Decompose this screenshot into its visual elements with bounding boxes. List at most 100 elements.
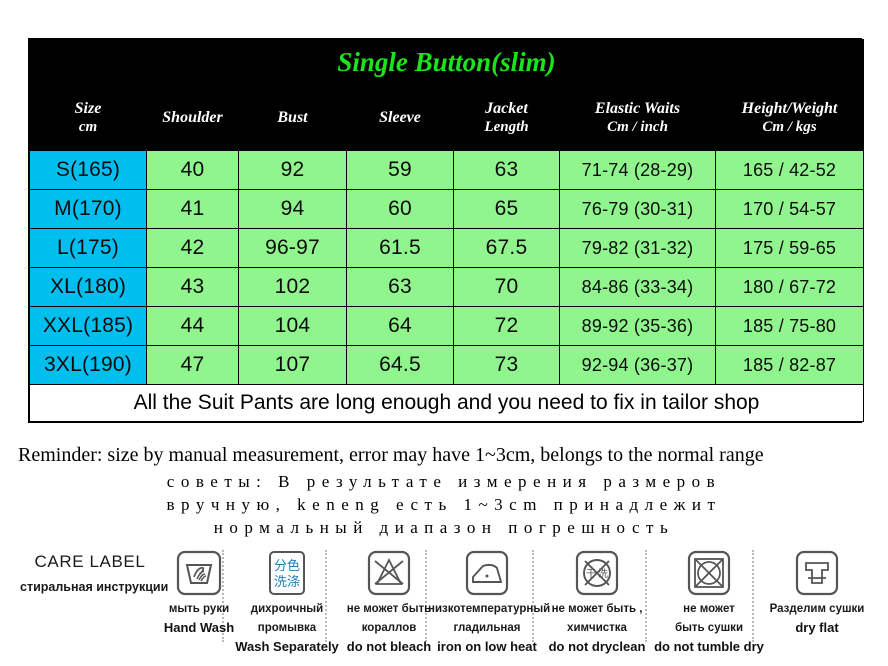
table-row: L(175) 42 96-97 61.5 67.5 79-82 (31-32) … (29, 228, 864, 268)
cell-shoulder: 47 (146, 345, 239, 385)
care-item-ru-2: быть сушки (674, 622, 744, 634)
care-item-ru-1: низкотемпературный (428, 603, 551, 615)
care-item-ru-1: Разделим сушки (769, 603, 865, 615)
column-header-elastic-waist-main: Elastic Waits (594, 99, 681, 117)
column-header-jacket-length: Jacket Length (453, 85, 560, 151)
russian-note-line-2: вручную, keneng есть 1~3cm принадлежит (166, 495, 722, 514)
size-table: Single Button(slim) Size cm Shoulder Bus… (29, 39, 864, 422)
cell-bust: 107 (238, 345, 347, 385)
cell-bust: 96-97 (238, 228, 347, 268)
cell-shoulder: 41 (146, 189, 239, 229)
cell-size: 3XL(190) (29, 345, 147, 385)
cell-height-weight: 185 / 82-87 (715, 345, 864, 385)
russian-note-line-1: советы: В результате измерения размеров (166, 472, 722, 491)
russian-note: советы: В результате измерения размеров … (0, 470, 888, 539)
cell-jacket-length: 70 (453, 267, 560, 307)
care-item-ru-2: промывка (257, 622, 317, 634)
russian-note-line-3: нормальный диапазон погрешность (213, 518, 675, 537)
care-label-subtitle: стиральная инструкции (20, 580, 169, 594)
cell-bust: 94 (238, 189, 347, 229)
cell-height-weight: 165 / 42-52 (715, 150, 864, 190)
cell-sleeve: 63 (346, 267, 454, 307)
cell-sleeve: 59 (346, 150, 454, 190)
cell-shoulder: 42 (146, 228, 239, 268)
cell-bust: 102 (238, 267, 347, 307)
chart-title-cell: Single Button(slim) (29, 39, 864, 86)
svg-text:分色: 分色 (274, 558, 300, 574)
column-header-size-main: Size (74, 99, 102, 117)
cell-jacket-length: 73 (453, 345, 560, 385)
cell-bust: 104 (238, 306, 347, 346)
care-item-en: dry flat (795, 620, 839, 635)
cell-elastic-waist: 92-94 (36-37) (559, 345, 716, 385)
cell-jacket-length: 65 (453, 189, 560, 229)
cell-sleeve: 64 (346, 306, 454, 346)
chart-title-row: Single Button(slim) (29, 39, 864, 86)
cell-elastic-waist: 71-74 (28-29) (559, 150, 716, 190)
cell-elastic-waist: 79-82 (31-32) (559, 228, 716, 268)
care-item-ru-2: гладильная (453, 622, 521, 634)
care-item-dry-flat: Разделим сушки dry flat (758, 548, 876, 635)
chart-title: Single Button(slim) (337, 47, 556, 77)
cell-shoulder: 44 (146, 306, 239, 346)
dry-flat-icon (758, 548, 876, 598)
cell-shoulder: 40 (146, 150, 239, 190)
table-footnote: All the Suit Pants are long enough and y… (29, 384, 864, 422)
do-not-dryclean-icon: 干 洗 (538, 548, 656, 598)
cell-size: M(170) (29, 189, 147, 229)
column-header-jacket-length-main: Jacket (485, 99, 528, 117)
table-row: 3XL(190) 47 107 64.5 73 92-94 (36-37) 18… (29, 345, 864, 385)
column-header-elastic-waist-sub: Cm / inch (607, 118, 668, 135)
cell-jacket-length: 67.5 (453, 228, 560, 268)
column-header-shoulder-main: Shoulder (162, 108, 223, 126)
care-item-en: do not dryclean (548, 639, 646, 654)
cell-size: XL(180) (29, 267, 147, 307)
cell-height-weight: 185 / 75-80 (715, 306, 864, 346)
cell-bust: 92 (238, 150, 347, 190)
care-item-do-not-tumble-dry: не может быть сушки do not tumble dry (650, 548, 768, 654)
care-item-en: iron on low heat (437, 639, 537, 654)
cell-sleeve: 60 (346, 189, 454, 229)
cell-elastic-waist: 76-79 (30-31) (559, 189, 716, 229)
cell-sleeve: 61.5 (346, 228, 454, 268)
table-row: S(165) 40 92 59 63 71-74 (28-29) 165 / 4… (29, 150, 864, 190)
do-not-tumble-dry-icon (650, 548, 768, 598)
care-label-title: CARE LABEL (34, 552, 146, 571)
cell-jacket-length: 63 (453, 150, 560, 190)
column-header-bust-main: Bust (277, 108, 308, 126)
care-item-wash-separately: 分色 洗涤 дихроичный промывка Wash Separatel… (228, 548, 346, 654)
cell-height-weight: 180 / 67-72 (715, 267, 864, 307)
table-header-row: Size cm Shoulder Bust Sleeve Jacket Leng… (29, 85, 864, 151)
care-item-en: do not tumble dry (654, 639, 764, 654)
care-item-ru-2: химчистка (567, 622, 627, 634)
care-label-heading: CARE LABEL стиральная инструкции (20, 552, 169, 594)
table-row: XXL(185) 44 104 64 72 89-92 (35-36) 185 … (29, 306, 864, 346)
cell-elastic-waist: 84-86 (33-34) (559, 267, 716, 307)
column-header-shoulder: Shoulder (146, 85, 239, 151)
column-header-height-weight-main: Height/Weight (741, 99, 838, 117)
iron-low-heat-icon (428, 548, 546, 598)
column-header-size-sub: cm (78, 118, 98, 135)
column-header-sleeve-main: Sleeve (379, 108, 421, 126)
care-item-ru-1: не может быть , (551, 603, 643, 615)
wash-separately-icon: 分色 洗涤 (228, 548, 346, 598)
cell-shoulder: 43 (146, 267, 239, 307)
cell-size: S(165) (29, 150, 147, 190)
cell-jacket-length: 72 (453, 306, 560, 346)
care-item-iron-low-heat: низкотемпературный гладильная iron on lo… (428, 548, 551, 654)
column-header-elastic-waist: Elastic Waits Cm / inch (559, 85, 716, 151)
svg-text:洗涤: 洗涤 (274, 575, 300, 590)
column-header-jacket-length-sub: Length (484, 118, 529, 135)
column-header-height-weight-sub: Cm / kgs (762, 118, 817, 135)
cell-size: XXL(185) (29, 306, 147, 346)
care-item-do-not-dryclean: 干 洗 не может быть , химчистка do not dry… (538, 548, 656, 654)
column-header-sleeve: Sleeve (346, 85, 454, 151)
cell-sleeve: 64.5 (346, 345, 454, 385)
column-header-bust: Bust (238, 85, 347, 151)
table-footnote-row: All the Suit Pants are long enough and y… (29, 384, 864, 422)
cell-height-weight: 175 / 59-65 (715, 228, 864, 268)
size-chart-table: Single Button(slim) Size cm Shoulder Bus… (28, 38, 864, 423)
cell-size: L(175) (29, 228, 147, 268)
cell-elastic-waist: 89-92 (35-36) (559, 306, 716, 346)
column-header-size: Size cm (29, 85, 147, 151)
